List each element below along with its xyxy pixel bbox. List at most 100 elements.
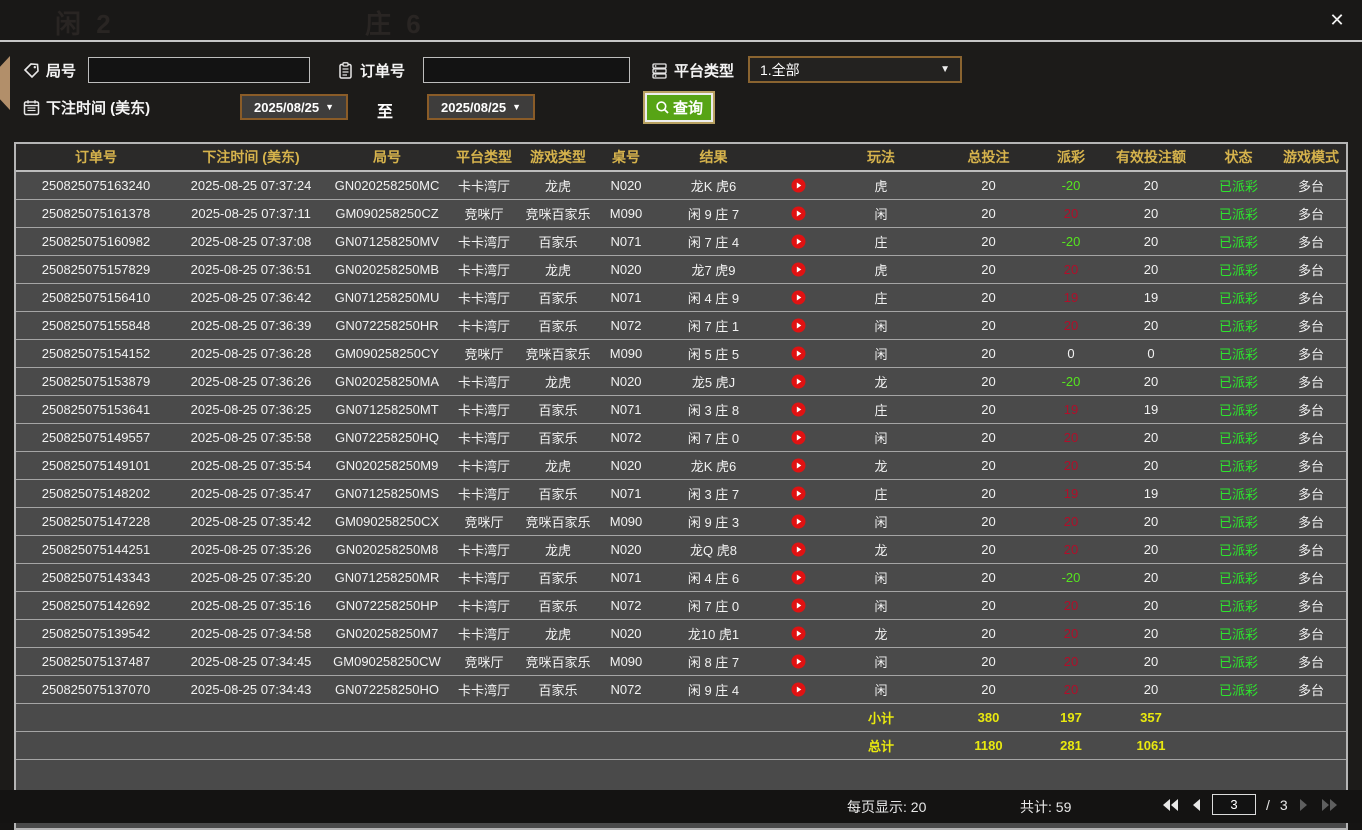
cell-bet-time: 2025-08-25 07:36:42: [190, 290, 312, 305]
table-row[interactable]: 250825075155848 2025-08-25 07:36:39 GN07…: [16, 312, 1346, 340]
cell-platform-type: 卡卡湾厅: [457, 291, 510, 306]
cell-play-type: 闲: [874, 655, 888, 670]
bet-time-label: 下注时间 (美东): [46, 99, 151, 117]
cell-bet-time: 2025-08-25 07:36:25: [190, 402, 312, 417]
cell-game-type: 龙虎: [544, 627, 571, 642]
play-video-icon[interactable]: [771, 256, 826, 283]
play-video-icon[interactable]: [771, 480, 826, 507]
table-row[interactable]: 250825075156410 2025-08-25 07:36:42 GN07…: [16, 284, 1346, 312]
cell-status: 已派彩: [1218, 515, 1258, 530]
next-page-icon[interactable]: [1298, 798, 1310, 812]
table-row[interactable]: 250825075161378 2025-08-25 07:37:11 GM09…: [16, 200, 1346, 228]
table-row[interactable]: 250825075149557 2025-08-25 07:35:58 GN07…: [16, 424, 1346, 452]
table-row[interactable]: 250825075148202 2025-08-25 07:35:47 GN07…: [16, 480, 1346, 508]
cell-valid-bet: 19: [1143, 402, 1159, 417]
cell-game-type: 百家乐: [538, 403, 578, 418]
table-row[interactable]: 250825075142692 2025-08-25 07:35:16 GN07…: [16, 592, 1346, 620]
cell-game-mode: 多台: [1297, 571, 1324, 586]
column-header: 派彩: [1057, 149, 1085, 165]
cell-play-type: 龙: [874, 375, 888, 390]
cell-valid-bet: 20: [1143, 178, 1159, 193]
search-button[interactable]: 查询: [645, 93, 713, 122]
table-row[interactable]: 250825075157829 2025-08-25 07:36:51 GN02…: [16, 256, 1346, 284]
chevron-down-icon: ▼: [325, 102, 334, 112]
round-number-input[interactable]: [88, 57, 310, 83]
order-number-input[interactable]: [423, 57, 630, 83]
play-video-icon[interactable]: [771, 452, 826, 479]
cell-status: 已派彩: [1218, 543, 1258, 558]
cell-round-number: GM090258250CY: [334, 346, 440, 361]
table-row[interactable]: 250825075147228 2025-08-25 07:35:42 GM09…: [16, 508, 1346, 536]
per-page-label: 每页显示:: [847, 799, 907, 815]
cell-platform-type: 卡卡湾厅: [457, 571, 510, 586]
cell-play-type: 闲: [874, 683, 888, 698]
table-row[interactable]: 250825075139542 2025-08-25 07:34:58 GN02…: [16, 620, 1346, 648]
close-icon[interactable]: ✕: [1324, 7, 1350, 33]
cell-game-mode: 多台: [1297, 459, 1324, 474]
play-video-icon[interactable]: [771, 620, 826, 647]
cell-total-bet: 20: [981, 682, 996, 697]
total-row: 总计 1180 281 1061: [16, 732, 1346, 760]
play-video-icon[interactable]: [771, 424, 826, 451]
page-number-input[interactable]: 3: [1212, 794, 1256, 815]
side-tab-handle[interactable]: [0, 56, 10, 110]
cell-game-type: 竞咪百家乐: [525, 515, 591, 530]
play-video-icon[interactable]: [771, 200, 826, 227]
table-row[interactable]: 250825075137487 2025-08-25 07:34:45 GM09…: [16, 648, 1346, 676]
play-video-icon[interactable]: [771, 284, 826, 311]
play-video-icon[interactable]: [771, 396, 826, 423]
cell-play-type: 闲: [874, 599, 888, 614]
column-header: 结果: [699, 149, 728, 165]
cell-result: 闲 8 庄 7: [687, 655, 740, 670]
play-video-icon[interactable]: [771, 340, 826, 367]
cell-play-type: 闲: [874, 207, 888, 222]
cell-total-bet: 20: [981, 178, 996, 193]
play-video-icon[interactable]: [771, 564, 826, 591]
table-row[interactable]: 250825075153879 2025-08-25 07:36:26 GN02…: [16, 368, 1346, 396]
cell-valid-bet: 0: [1147, 346, 1155, 361]
play-video-icon[interactable]: [771, 592, 826, 619]
play-video-icon[interactable]: [771, 228, 826, 255]
table-row[interactable]: 250825075154152 2025-08-25 07:36:28 GM09…: [16, 340, 1346, 368]
play-video-icon[interactable]: [771, 536, 826, 563]
cell-play-type: 龙: [874, 543, 888, 558]
cell-payout: 20: [1063, 262, 1079, 277]
table-row[interactable]: 250825075163240 2025-08-25 07:37:24 GN02…: [16, 172, 1346, 200]
play-video-icon[interactable]: [771, 676, 826, 703]
date-from-picker[interactable]: 2025/08/25 ▼: [240, 94, 348, 120]
play-video-icon[interactable]: [771, 648, 826, 675]
play-video-icon[interactable]: [771, 368, 826, 395]
cell-platform-type: 卡卡湾厅: [457, 599, 510, 614]
previous-page-icon[interactable]: [1190, 798, 1202, 812]
cell-payout: -20: [1061, 374, 1081, 389]
play-video-icon[interactable]: [771, 172, 826, 199]
first-page-icon[interactable]: [1160, 798, 1180, 812]
play-video-icon[interactable]: [771, 508, 826, 535]
platform-type-select[interactable]: 1.全部 ▼: [748, 56, 962, 83]
cell-play-type: 闲: [874, 515, 888, 530]
cell-total-bet: 20: [981, 262, 996, 277]
cell-status: 已派彩: [1218, 291, 1258, 306]
cell-result: 龙Q 虎8: [690, 543, 737, 558]
cell-game-mode: 多台: [1297, 207, 1324, 222]
cell-order-number: 250825075149557: [41, 430, 151, 445]
date-to-picker[interactable]: 2025/08/25 ▼: [427, 94, 535, 120]
total-count-text: 共计: 59: [1020, 797, 1071, 817]
last-page-icon[interactable]: [1320, 798, 1340, 812]
table-row[interactable]: 250825075137070 2025-08-25 07:34:43 GN07…: [16, 676, 1346, 704]
column-header: 状态: [1224, 149, 1253, 165]
cell-platform-type: 卡卡湾厅: [457, 375, 510, 390]
cell-play-type: 闲: [874, 571, 888, 586]
table-row[interactable]: 250825075143343 2025-08-25 07:35:20 GN07…: [16, 564, 1346, 592]
cell-round-number: GN020258250MC: [334, 178, 440, 193]
cell-platform-type: 卡卡湾厅: [457, 403, 510, 418]
cell-status: 已派彩: [1218, 319, 1258, 334]
cell-round-number: GN072258250HR: [335, 318, 439, 333]
table-row[interactable]: 250825075160982 2025-08-25 07:37:08 GN07…: [16, 228, 1346, 256]
table-row[interactable]: 250825075153641 2025-08-25 07:36:25 GN07…: [16, 396, 1346, 424]
table-row[interactable]: 250825075144251 2025-08-25 07:35:26 GN02…: [16, 536, 1346, 564]
cell-total-bet: 20: [981, 654, 996, 669]
table-row[interactable]: 250825075149101 2025-08-25 07:35:54 GN02…: [16, 452, 1346, 480]
play-video-icon[interactable]: [771, 312, 826, 339]
cell-platform-type: 卡卡湾厅: [457, 235, 510, 250]
